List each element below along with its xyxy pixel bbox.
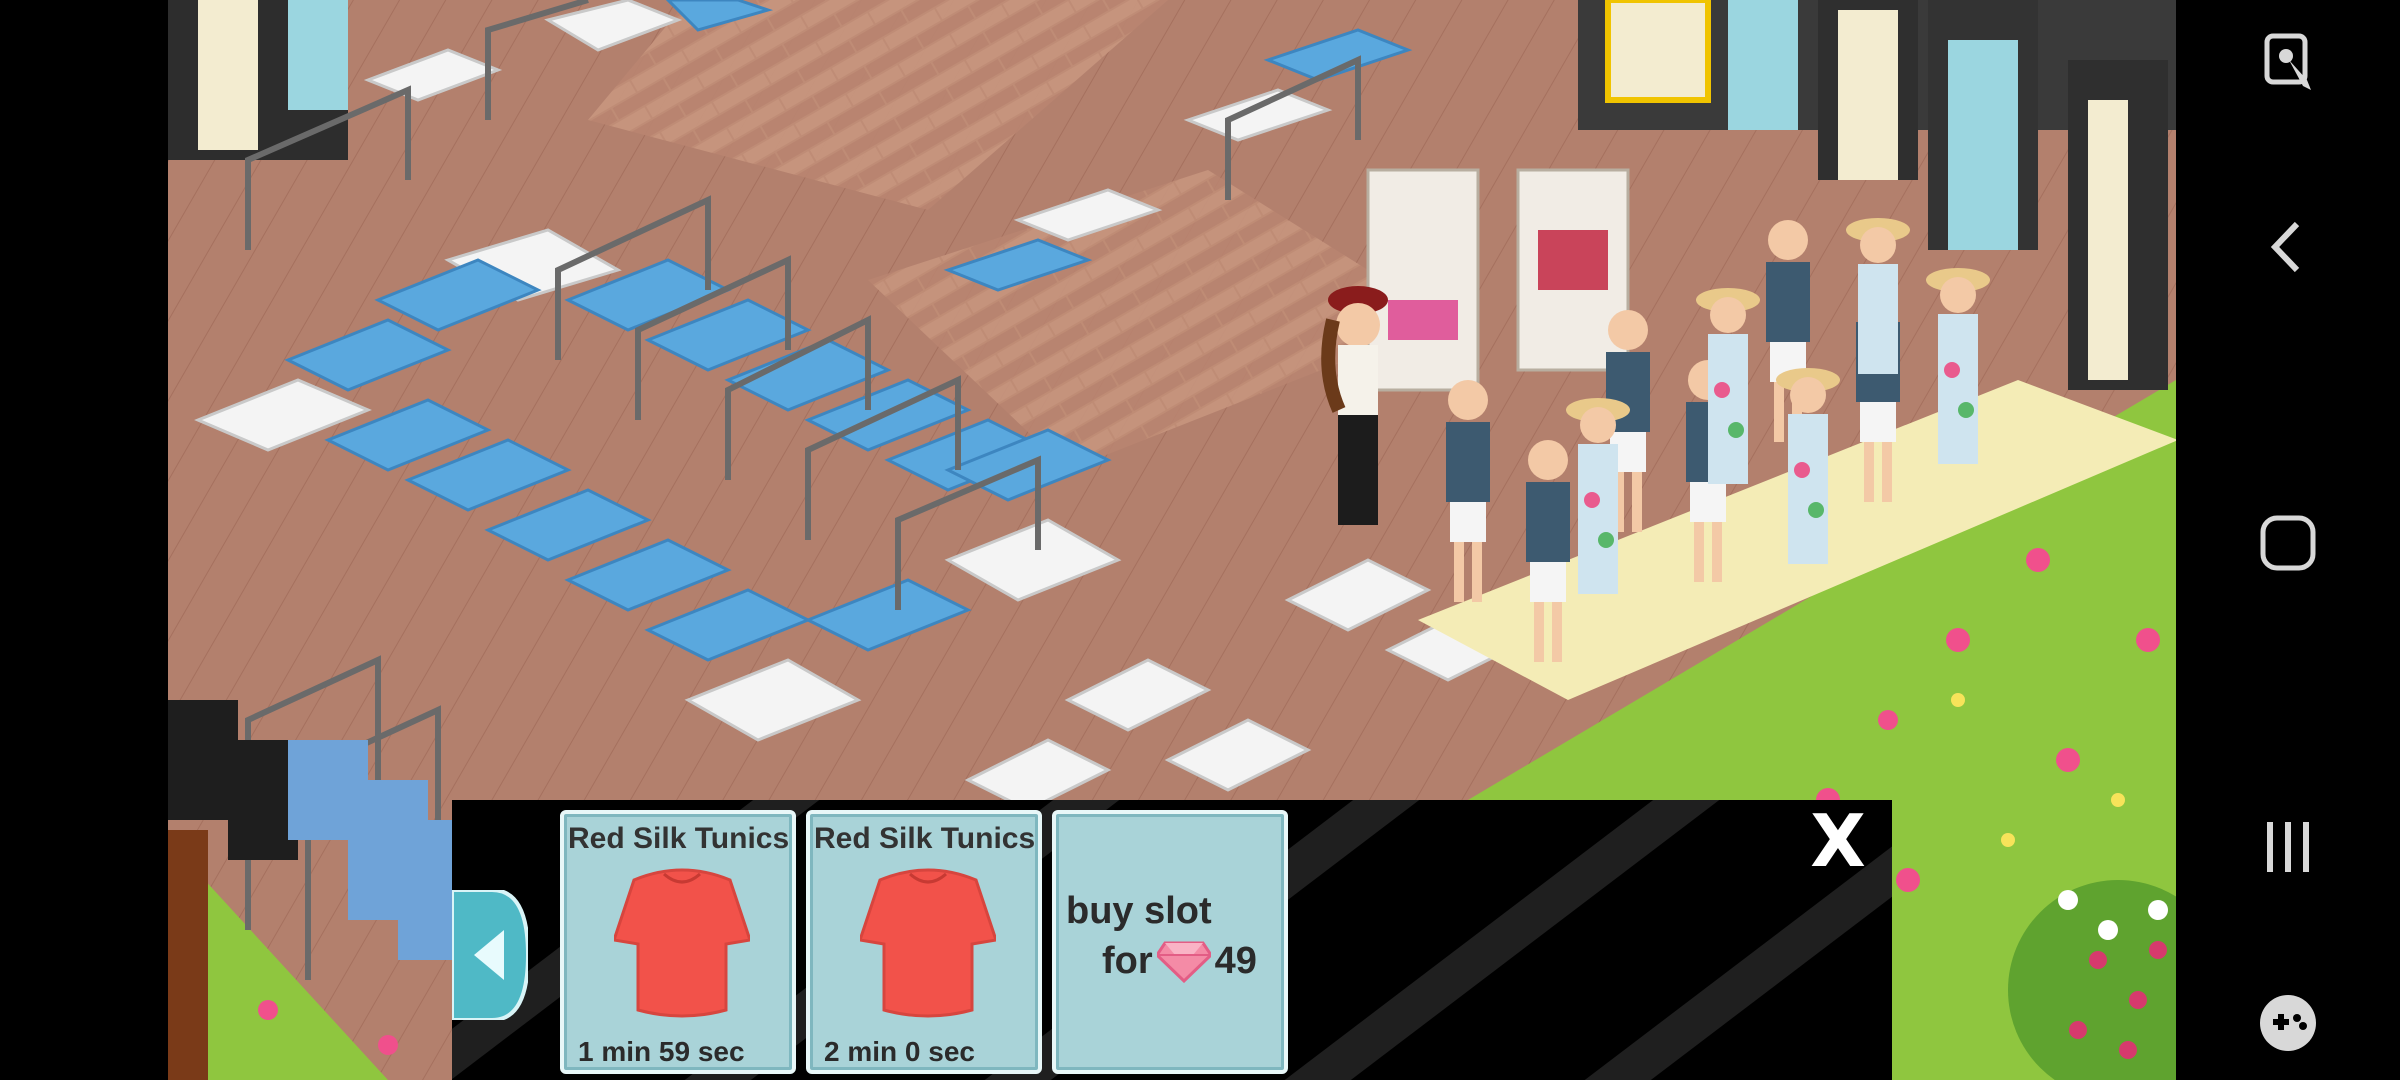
close-button[interactable]: X — [1798, 799, 1878, 883]
left-letterbox — [0, 0, 168, 1080]
scroll-left-button[interactable] — [452, 890, 528, 1020]
buy-slot-for-label: for — [1102, 940, 1153, 982]
item-name: Red Silk Tunics — [814, 822, 1036, 855]
red-tunic-icon — [860, 868, 996, 1018]
recents-icon[interactable] — [2253, 812, 2323, 882]
buy-slot-price: for 49 — [1102, 940, 1257, 983]
time-remaining: 1 min 59 sec — [578, 1036, 745, 1067]
production-slot[interactable]: Red Silk Tunics 1 min 59 sec — [560, 810, 796, 1074]
time-remaining: 2 min 0 sec — [824, 1036, 975, 1067]
game-tools-icon[interactable] — [2253, 988, 2323, 1058]
home-icon[interactable] — [2253, 508, 2323, 578]
item-name: Red Silk Tunics — [568, 822, 790, 855]
red-tunic-icon — [614, 868, 750, 1018]
production-slot[interactable]: Red Silk Tunics 2 min 0 sec — [806, 810, 1042, 1074]
buy-slot-button[interactable]: buy slot for 49 — [1052, 810, 1288, 1074]
production-panel: Red Silk Tunics 1 min 59 sec Red Silk Tu… — [452, 800, 1892, 1080]
game-view[interactable]: Red Silk Tunics 1 min 59 sec Red Silk Tu… — [168, 0, 2176, 1080]
back-icon[interactable] — [2253, 212, 2323, 282]
pink-gem-icon — [1156, 941, 1211, 983]
close-icon: X — [1810, 799, 1866, 883]
screenshot-edit-icon[interactable] — [2253, 28, 2323, 98]
gem-price: 49 — [1214, 940, 1257, 982]
buy-slot-label: buy slot — [1066, 890, 1212, 932]
